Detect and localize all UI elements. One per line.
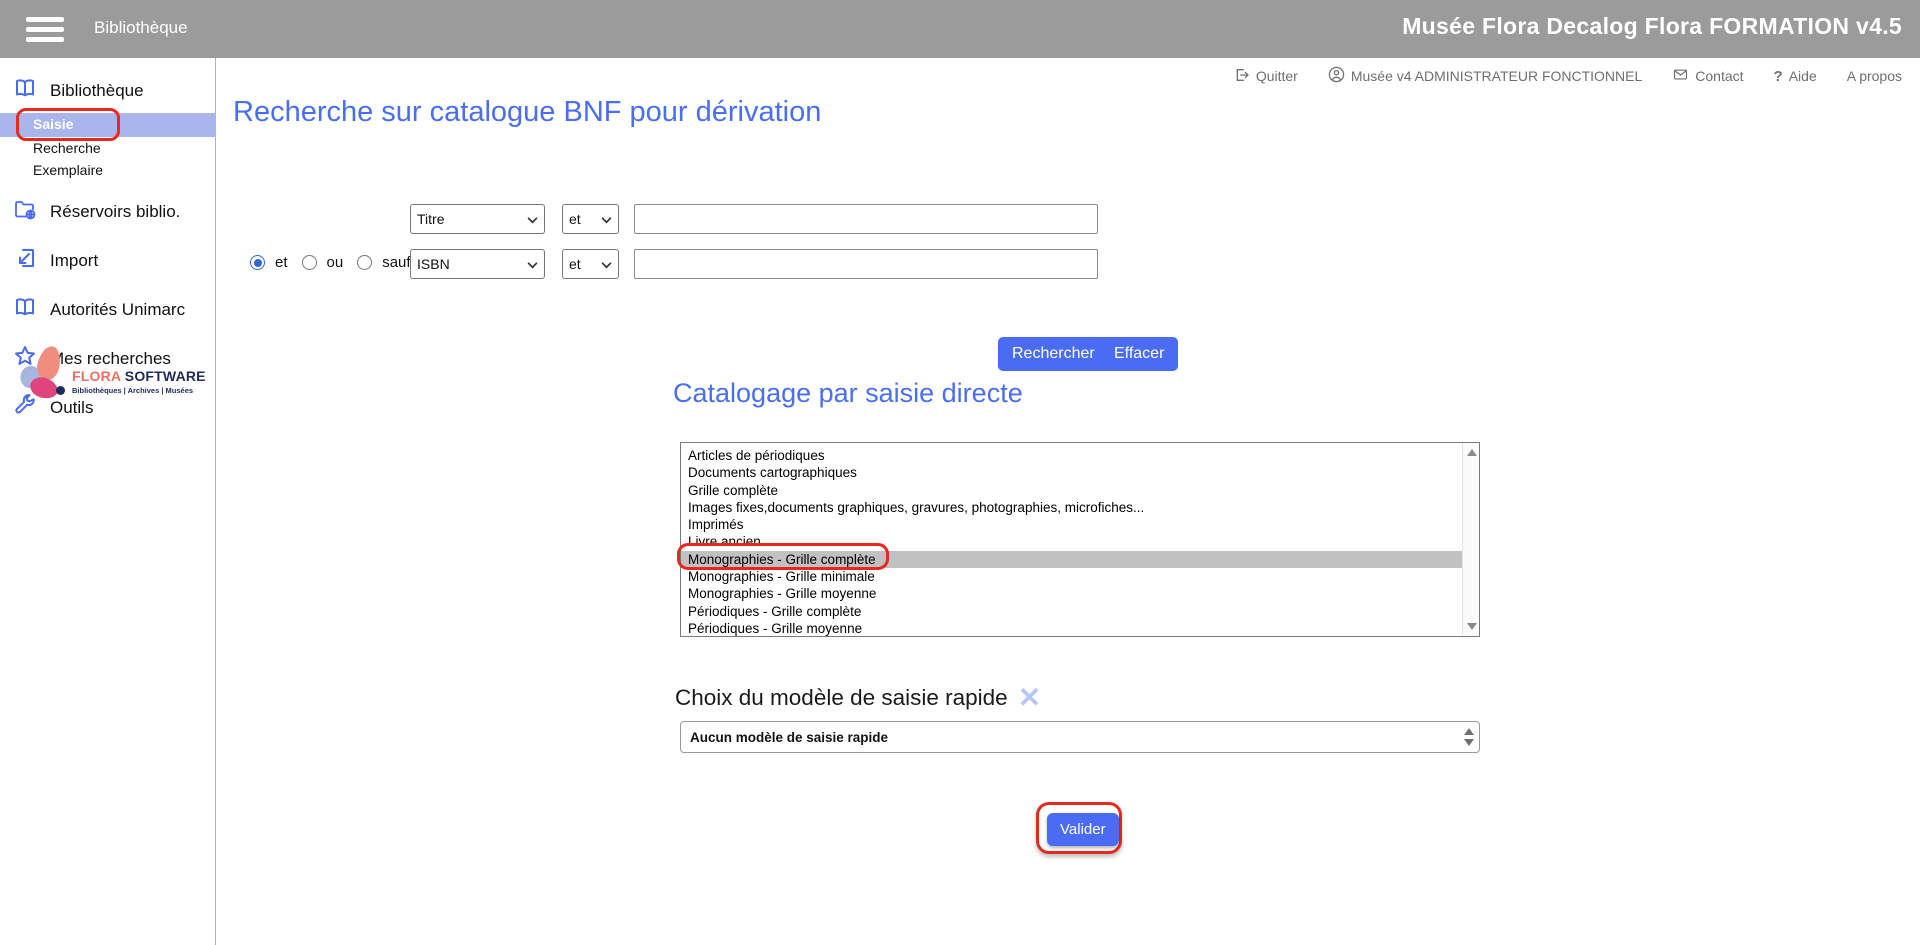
flora-software-logo: FLORA SOFTWARE Bibliothèques | Archives … (8, 346, 208, 408)
logo-tagline: Bibliothèques | Archives | Musées (72, 386, 193, 395)
valider-button[interactable]: Valider (1047, 813, 1119, 846)
scroll-down-icon[interactable] (1467, 623, 1477, 630)
search-field-select-1[interactable]: Titre (410, 204, 545, 234)
folder-globe-icon (12, 197, 38, 226)
chevron-down-icon (527, 211, 538, 227)
radio-sauf[interactable] (357, 255, 372, 270)
exit-icon (1234, 67, 1250, 86)
question-icon: ? (1774, 68, 1783, 85)
catalog-section-title: Catalogage par saisie directe (673, 378, 1023, 409)
top-bar: Bibliothèque Musée Flora Decalog Flora F… (0, 0, 1920, 58)
listbox-options: Articles de périodiques Documents cartog… (681, 443, 1462, 636)
about-link[interactable]: A propos (1847, 68, 1902, 84)
sidebar-subitem-exemplaire[interactable]: Exemplaire (0, 159, 215, 181)
chevron-down-icon (601, 256, 612, 272)
help-link[interactable]: ? Aide (1774, 68, 1817, 85)
chevron-down-icon (601, 211, 612, 227)
sidebar: Bibliothèque Saisie Recherche Exemplaire… (0, 58, 216, 945)
list-item[interactable]: Imprimés (681, 516, 1462, 533)
user-account-link[interactable]: Musée v4 ADMINISTRATEUR FONCTIONNEL (1328, 66, 1642, 86)
search-input-2[interactable] (634, 249, 1098, 279)
sidebar-subitem-saisie[interactable]: Saisie (0, 113, 215, 137)
list-item[interactable]: Images fixes,documents graphiques, gravu… (681, 499, 1462, 516)
book-icon (12, 76, 38, 105)
sidebar-subitem-recherche[interactable]: Recherche (0, 137, 215, 159)
list-item[interactable]: Périodiques - Grille moyenne (681, 620, 1462, 636)
mail-icon (1672, 67, 1689, 85)
list-item[interactable]: Monographies - Grille moyenne (681, 585, 1462, 602)
sidebar-item-reservoirs[interactable]: Réservoirs biblio. (0, 191, 215, 232)
quick-entry-model-select[interactable]: Aucun modèle de saisie rapide (680, 721, 1480, 753)
utility-bar: Quitter Musée v4 ADMINISTRATEUR FONCTION… (1234, 66, 1902, 86)
page-title: Recherche sur catalogue BNF pour dérivat… (233, 96, 821, 129)
listbox-scrollbar[interactable] (1462, 443, 1479, 636)
sidebar-item-label: Autorités Unimarc (50, 300, 185, 320)
list-item[interactable]: Périodiques - Grille complète (681, 603, 1462, 620)
selected-model-value: Aucun modèle de saisie rapide (690, 730, 888, 745)
catalog-grid-listbox: Articles de périodiques Documents cartog… (680, 442, 1480, 637)
select-spinner (1460, 723, 1478, 751)
radio-et[interactable] (250, 255, 265, 270)
boolean-radio-group: et ou sauf (250, 254, 415, 271)
list-item-selected[interactable]: Monographies - Grille complète (681, 551, 1462, 568)
rechercher-button[interactable]: Rechercher (998, 337, 1109, 371)
annotation-box-valider: Valider (1036, 802, 1122, 854)
app-title: Musée Flora Decalog Flora FORMATION v4.5 (1402, 13, 1902, 40)
list-item[interactable]: Documents cartographiques (681, 464, 1462, 481)
topbar-module-label: Bibliothèque (94, 18, 188, 38)
list-item[interactable]: Articles de périodiques (681, 447, 1462, 464)
book-icon (12, 295, 38, 324)
sidebar-item-label: Import (50, 251, 98, 271)
chevron-down-icon (527, 256, 538, 272)
list-item[interactable]: Monographies - Grille minimale (681, 568, 1462, 585)
import-icon (12, 246, 38, 275)
search-field-select-2[interactable]: ISBN (410, 249, 545, 279)
sidebar-item-bibliotheque[interactable]: Bibliothèque (0, 70, 215, 111)
sidebar-item-label: Bibliothèque (50, 81, 144, 101)
quit-link[interactable]: Quitter (1234, 67, 1298, 86)
spin-up-icon[interactable] (1464, 728, 1474, 735)
spin-down-icon[interactable] (1464, 739, 1474, 746)
sidebar-item-import[interactable]: Import (0, 240, 215, 281)
search-operator-select-2[interactable]: et (562, 249, 619, 279)
application-window: Bibliothèque Musée Flora Decalog Flora F… (0, 0, 1920, 945)
list-item[interactable]: Grille complète (681, 482, 1462, 499)
sidebar-item-autorites[interactable]: Autorités Unimarc (0, 289, 215, 330)
hamburger-menu-icon[interactable] (26, 17, 64, 42)
contact-link[interactable]: Contact (1672, 67, 1743, 85)
logo-dot (56, 386, 65, 395)
user-icon (1328, 66, 1345, 86)
radio-ou[interactable] (302, 255, 317, 270)
search-input-1[interactable] (634, 204, 1098, 234)
x-icon[interactable]: ✕ (1018, 684, 1041, 712)
logo-wordmark: FLORA SOFTWARE (72, 368, 206, 384)
list-item[interactable]: Livre ancien (681, 533, 1462, 550)
scroll-up-icon[interactable] (1467, 449, 1477, 456)
model-section-title: Choix du modèle de saisie rapide ✕ (675, 684, 1041, 712)
search-operator-select-1[interactable]: et (562, 204, 619, 234)
sidebar-item-label: Réservoirs biblio. (50, 202, 180, 222)
effacer-button[interactable]: Effacer (1100, 337, 1178, 371)
